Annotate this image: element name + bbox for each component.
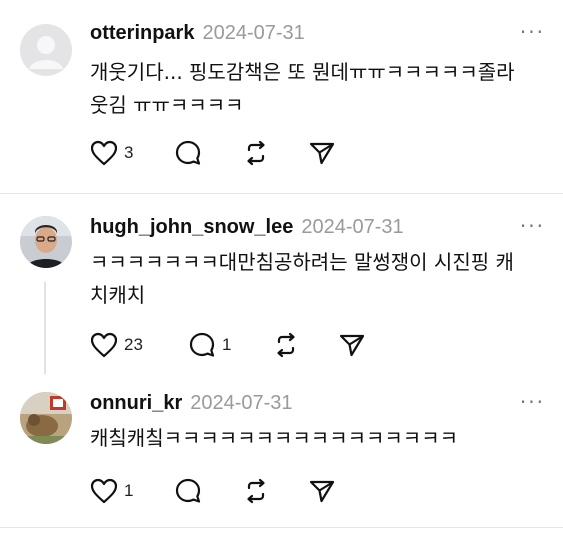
post-text: 개웃기다... 핑도감책은 또 뭔데ㅠㅠㅋㅋㅋㅋㅋ졸라 웃김 ㅠㅠㅋㅋㅋㅋ bbox=[90, 60, 515, 117]
repost-icon bbox=[247, 140, 265, 166]
share-button[interactable] bbox=[338, 330, 366, 360]
like-count: 3 bbox=[124, 143, 134, 162]
more-icon[interactable]: ··· bbox=[520, 390, 545, 414]
like-count: 1 bbox=[124, 481, 134, 500]
like-button[interactable]: 1 bbox=[90, 476, 133, 506]
profile-photo-icon bbox=[20, 392, 72, 444]
reply-button[interactable] bbox=[174, 476, 202, 506]
share-button[interactable] bbox=[308, 476, 336, 506]
post-text: 캐칰캐칰ㅋㅋㅋㅋㅋㅋㅋㅋㅋㅋㅋㅋㅋㅋㅋㅋ bbox=[90, 426, 458, 450]
post-date: 2024-07-31 bbox=[202, 22, 305, 44]
username[interactable]: otterinpark bbox=[90, 22, 194, 44]
like-button[interactable]: 3 bbox=[90, 138, 133, 168]
avatar[interactable] bbox=[20, 216, 72, 268]
comment-icon bbox=[189, 332, 215, 357]
more-icon[interactable]: ··· bbox=[520, 214, 545, 238]
like-count: 23 bbox=[124, 335, 143, 354]
post-header: hugh_john_snow_lee 2024-07-31 bbox=[90, 216, 404, 239]
reply-button[interactable] bbox=[174, 138, 202, 168]
like-button[interactable]: 23 bbox=[90, 330, 143, 360]
share-button[interactable] bbox=[308, 138, 336, 168]
share-icon bbox=[339, 334, 365, 357]
repost-button[interactable] bbox=[242, 476, 270, 506]
post-text: ㅋㅋㅋㅋㅋㅋㅋ대만침공하려는 말썽쟁이 시진핑 캐 치캐치 bbox=[90, 250, 514, 307]
share-icon bbox=[309, 480, 335, 503]
repost-icon bbox=[247, 478, 265, 504]
avatar[interactable] bbox=[20, 24, 72, 76]
divider bbox=[0, 527, 563, 528]
default-avatar-icon bbox=[20, 24, 72, 76]
more-icon[interactable]: ··· bbox=[520, 20, 545, 44]
heart-icon bbox=[90, 332, 118, 358]
heart-icon bbox=[90, 140, 118, 166]
username[interactable]: onnuri_kr bbox=[90, 392, 182, 414]
repost-button[interactable] bbox=[272, 330, 300, 360]
post-otterinpark: otterinpark 2024-07-31 ··· 개웃기다... 핑도감책은 … bbox=[0, 0, 563, 192]
comment-icon bbox=[175, 140, 201, 165]
reply-button[interactable]: 1 bbox=[188, 330, 231, 360]
avatar[interactable] bbox=[20, 392, 72, 444]
share-icon bbox=[309, 142, 335, 165]
post-hugh_john_snow_lee: hugh_john_snow_lee 2024-07-31 ··· ㅋㅋㅋㅋㅋㅋㅋ… bbox=[0, 194, 563, 374]
post-date: 2024-07-31 bbox=[190, 392, 293, 414]
post-header: otterinpark 2024-07-31 bbox=[90, 22, 305, 45]
username[interactable]: hugh_john_snow_lee bbox=[90, 216, 293, 238]
repost-button[interactable] bbox=[242, 138, 270, 168]
repost-icon bbox=[277, 332, 295, 358]
post-header: onnuri_kr 2024-07-31 bbox=[90, 392, 293, 415]
post-date: 2024-07-31 bbox=[301, 216, 404, 238]
profile-photo-icon bbox=[20, 216, 72, 268]
reply-count: 1 bbox=[222, 335, 232, 354]
comment-icon bbox=[175, 478, 201, 503]
post-onnuri_kr: onnuri_kr 2024-07-31 ··· 캐칰캐칰ㅋㅋㅋㅋㅋㅋㅋㅋㅋㅋㅋㅋ… bbox=[0, 374, 563, 542]
heart-icon bbox=[90, 478, 118, 504]
thread-line bbox=[44, 282, 46, 374]
